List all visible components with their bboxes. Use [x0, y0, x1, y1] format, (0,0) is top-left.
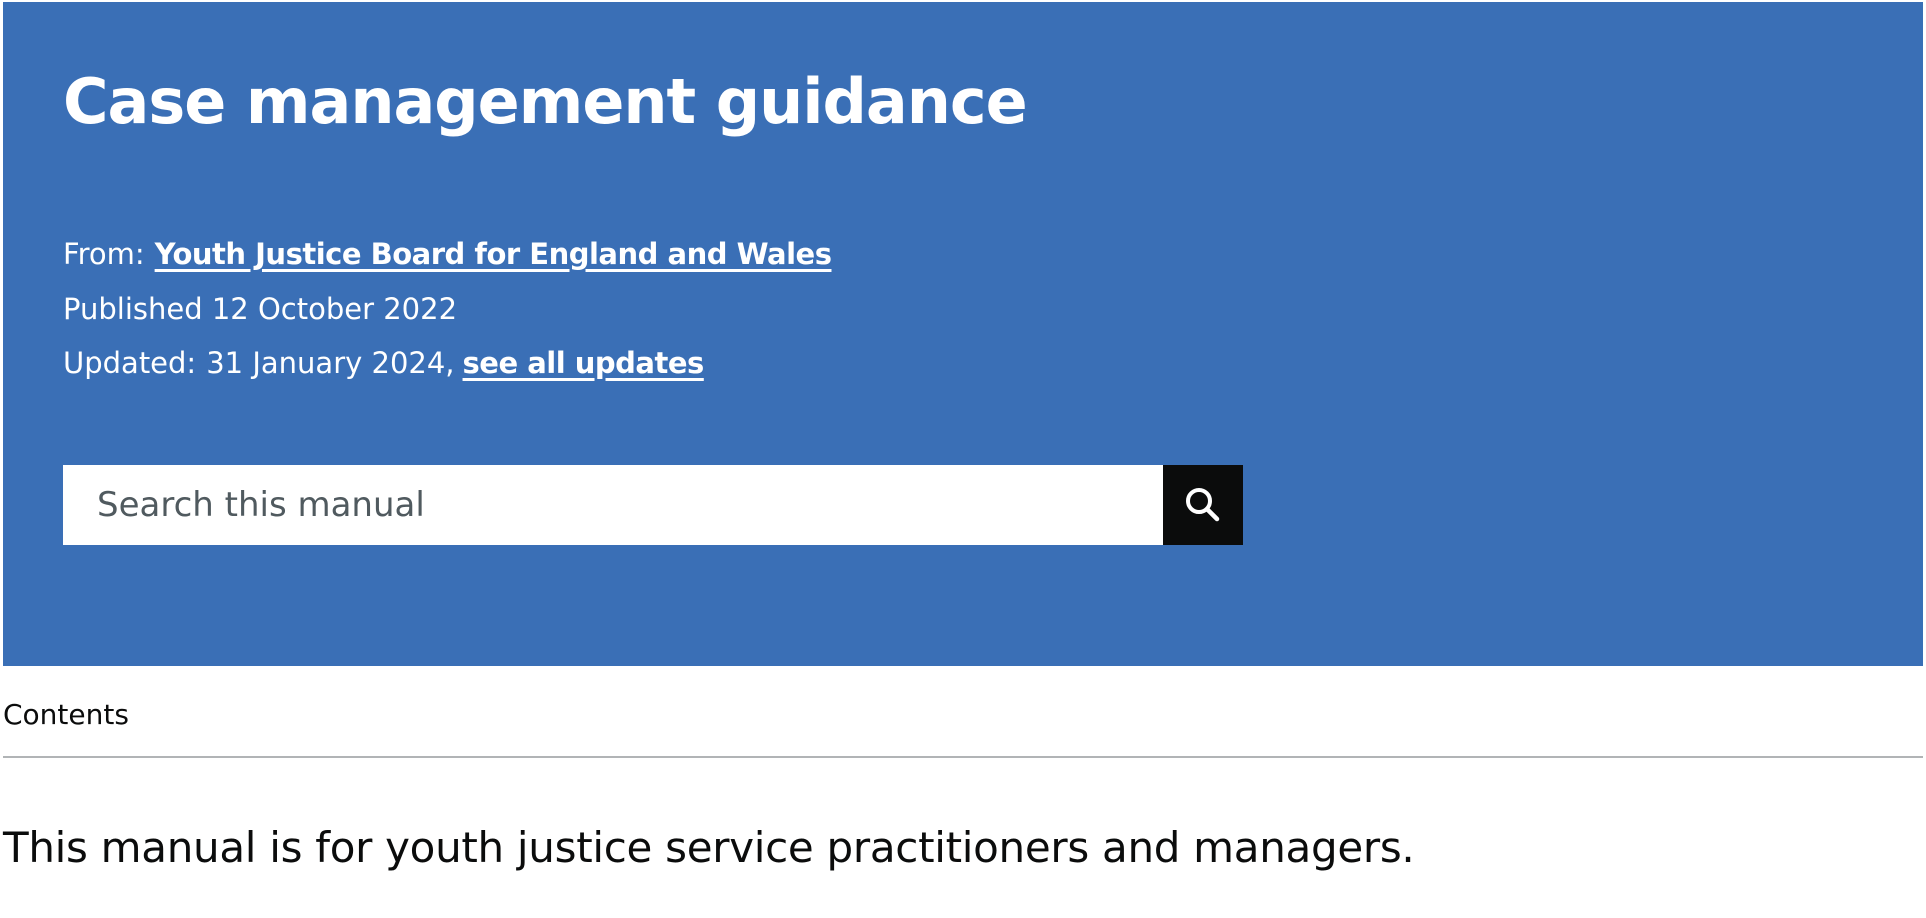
contents-heading: Contents: [3, 698, 129, 731]
manual-header: Case management guidance From: Youth Just…: [3, 2, 1923, 666]
updated-date: 31 January 2024,: [206, 346, 455, 380]
search-icon: [1183, 485, 1223, 525]
page-title: Case management guidance: [63, 65, 1028, 138]
updated-label: Updated:: [63, 346, 197, 380]
search-button[interactable]: [1163, 465, 1243, 545]
section-divider: [3, 756, 1923, 758]
intro-text: This manual is for youth justice service…: [3, 823, 1415, 872]
page: Case management guidance From: Youth Just…: [0, 0, 1926, 918]
from-label: From:: [63, 237, 145, 271]
search-input[interactable]: [63, 465, 1163, 545]
see-all-updates-link[interactable]: see all updates: [463, 346, 705, 380]
updated-line: Updated: 31 January 2024, see all updates: [63, 343, 704, 383]
published-date: Published 12 October 2022: [63, 292, 458, 326]
from-line: From: Youth Justice Board for England and…: [63, 234, 832, 274]
organisation-link[interactable]: Youth Justice Board for England and Wale…: [155, 237, 832, 271]
manual-search-form: [63, 465, 1243, 545]
